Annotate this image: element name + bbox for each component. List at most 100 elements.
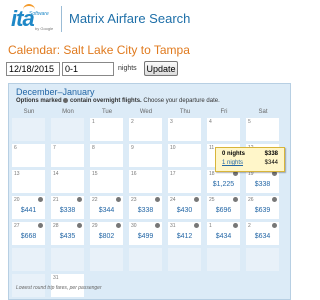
dow-tue: Tue bbox=[101, 109, 113, 115]
calendar-day-cell[interactable]: 28 $435 bbox=[51, 222, 84, 245]
departure-date-input[interactable] bbox=[6, 62, 60, 76]
calendar-day-cell: 5 bbox=[246, 118, 279, 141]
calendar-day-cell: 16 bbox=[129, 170, 162, 193]
calendar-day-cell[interactable]: 18 $1,225 bbox=[207, 170, 240, 193]
day-number: 8 bbox=[92, 145, 95, 151]
day-number: 6 bbox=[14, 145, 17, 151]
day-number: 25 bbox=[209, 197, 215, 203]
day-number: 18 bbox=[209, 171, 215, 177]
fare-price-link[interactable]: $634 bbox=[246, 233, 279, 240]
overnight-moon-icon bbox=[233, 223, 238, 228]
calendar-day-cell[interactable]: 30 $499 bbox=[129, 222, 162, 245]
calendar-day-cell: 7 bbox=[51, 144, 84, 167]
calendar-footer-note: Lowest round trip fares, per passenger bbox=[16, 285, 102, 291]
page-subtitle: Calendar: Salt Lake City to Tampa bbox=[8, 43, 190, 57]
overnight-moon-icon bbox=[194, 197, 199, 202]
fare-price-link[interactable]: $499 bbox=[129, 233, 162, 240]
calendar-day-cell[interactable]: 23 $338 bbox=[129, 196, 162, 219]
day-number: 28 bbox=[53, 223, 59, 229]
note-suffix: Choose your departure date. bbox=[143, 98, 220, 105]
calendar-day-cell: 15 bbox=[90, 170, 123, 193]
calendar-empty-cell bbox=[51, 118, 84, 141]
calendar-day-cell: 4 bbox=[207, 118, 240, 141]
fare-price-link[interactable]: $802 bbox=[90, 233, 123, 240]
day-number: 31 bbox=[170, 223, 176, 229]
calendar-day-cell: 13 bbox=[12, 170, 45, 193]
calendar-day-cell: 9 bbox=[129, 144, 162, 167]
calendar-day-cell: 8 bbox=[90, 144, 123, 167]
calendar-day-cell: 6 bbox=[12, 144, 45, 167]
calendar-empty-cell bbox=[207, 248, 240, 271]
calendar-day-cell[interactable]: 31 $412 bbox=[168, 222, 201, 245]
day-number: 13 bbox=[14, 171, 20, 177]
header-divider bbox=[61, 6, 62, 32]
calendar-day-cell[interactable]: 1 $434 bbox=[207, 222, 240, 245]
fare-price-link[interactable]: $338 bbox=[246, 181, 279, 188]
day-number: 1 bbox=[92, 119, 95, 125]
fare-price-link[interactable]: $338 bbox=[129, 207, 162, 214]
app-title: Matrix Airfare Search bbox=[69, 11, 191, 26]
overnight-moon-icon bbox=[272, 223, 277, 228]
fare-price-link[interactable]: $344 bbox=[90, 207, 123, 214]
day-number: 29 bbox=[92, 223, 98, 229]
fare-price-link[interactable]: $1,225 bbox=[207, 181, 240, 188]
popup-option-1-nights-link[interactable]: 1 nights bbox=[222, 160, 243, 166]
day-number: 14 bbox=[53, 171, 59, 177]
update-button[interactable]: Update bbox=[144, 61, 178, 76]
fare-price-link[interactable]: $668 bbox=[12, 233, 45, 240]
calendar-day-cell[interactable]: 2 $634 bbox=[246, 222, 279, 245]
calendar-day-cell[interactable]: 26 $639 bbox=[246, 196, 279, 219]
day-number: 5 bbox=[248, 119, 251, 125]
day-number: 3 bbox=[170, 119, 173, 125]
calendar-day-cell: 3 bbox=[168, 118, 201, 141]
calendar-empty-cell bbox=[90, 248, 123, 271]
calendar-empty-cell bbox=[12, 118, 45, 141]
dow-sat: Sat bbox=[258, 109, 268, 115]
overnight-moon-icon bbox=[233, 197, 238, 202]
calendar-day-cell[interactable]: 27 $668 bbox=[12, 222, 45, 245]
day-number: 4 bbox=[209, 119, 212, 125]
day-number: 11 bbox=[209, 145, 215, 151]
calendar-day-cell[interactable]: 20 $441 bbox=[12, 196, 45, 219]
dow-fri: Fri bbox=[220, 109, 228, 115]
dow-sun: Sun bbox=[23, 109, 35, 115]
day-number: 1 bbox=[209, 223, 212, 229]
day-number: 15 bbox=[92, 171, 98, 177]
dow-wed: Wed bbox=[139, 109, 153, 115]
overnight-moon-icon bbox=[116, 223, 121, 228]
calendar-empty-cell bbox=[12, 248, 45, 271]
day-number: 21 bbox=[53, 197, 59, 203]
calendar-day-cell[interactable]: 24 $430 bbox=[168, 196, 201, 219]
logo-byline: by Google bbox=[35, 26, 54, 31]
fare-price-link[interactable]: $696 bbox=[207, 207, 240, 214]
popup-option-0-nights: 0 nights bbox=[222, 151, 246, 157]
fare-price-link[interactable]: $430 bbox=[168, 207, 201, 214]
overnight-moon-icon bbox=[63, 98, 69, 103]
fare-price-link[interactable]: $441 bbox=[12, 207, 45, 214]
calendar-day-cell[interactable]: 25 $696 bbox=[207, 196, 240, 219]
calendar-day-cell[interactable]: 21 $338 bbox=[51, 196, 84, 219]
fare-price-link[interactable]: $434 bbox=[207, 233, 240, 240]
calendar-day-cell: 10 bbox=[168, 144, 201, 167]
calendar-day-cell[interactable]: 19 $338 bbox=[246, 170, 279, 193]
day-number: 9 bbox=[131, 145, 134, 151]
dow-thu: Thu bbox=[179, 109, 191, 115]
day-number: 7 bbox=[53, 145, 56, 151]
calendar-day-cell[interactable]: 29 $802 bbox=[90, 222, 123, 245]
fare-price-link[interactable]: $338 bbox=[51, 207, 84, 214]
calendar-day-cell[interactable]: 22 $344 bbox=[90, 196, 123, 219]
calendar-panel: December–January Options marked contain … bbox=[8, 83, 291, 300]
calendar-empty-cell bbox=[246, 248, 279, 271]
note-bold: contain overnight flights. bbox=[70, 98, 142, 105]
day-number: 10 bbox=[170, 145, 176, 151]
fare-price-link[interactable]: $639 bbox=[246, 207, 279, 214]
nights-range-input[interactable] bbox=[62, 62, 114, 76]
day-number: 17 bbox=[170, 171, 176, 177]
ita-logo[interactable]: ita Software by Google bbox=[5, 4, 57, 34]
day-number: 26 bbox=[248, 197, 254, 203]
day-number: 30 bbox=[131, 223, 137, 229]
fare-price-link[interactable]: $435 bbox=[51, 233, 84, 240]
fare-price-link[interactable]: $412 bbox=[168, 233, 201, 240]
day-number: 2 bbox=[131, 119, 134, 125]
calendar-empty-cell bbox=[129, 248, 162, 271]
